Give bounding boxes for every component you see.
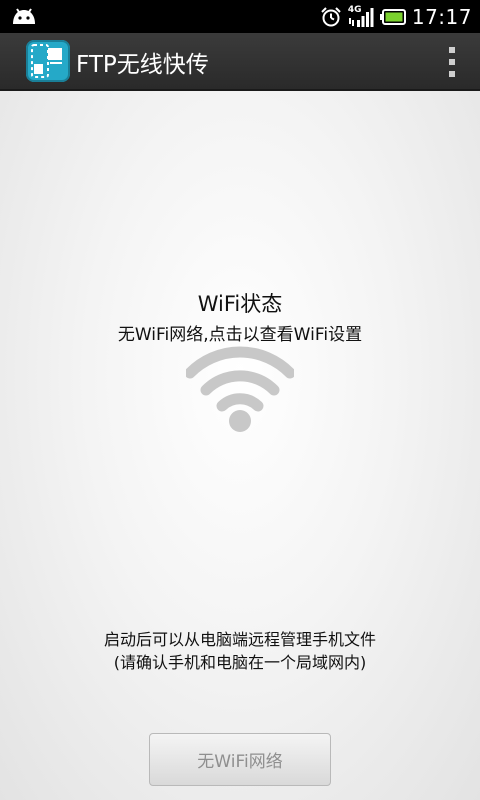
no-wifi-button[interactable]: 无WiFi网络 bbox=[149, 733, 331, 786]
android-icon bbox=[13, 8, 35, 24]
app-icon[interactable] bbox=[26, 40, 70, 82]
overflow-menu-icon[interactable] bbox=[446, 47, 458, 77]
status-bar: 4G 17:17 bbox=[0, 0, 480, 33]
app-title: FTP无线快传 bbox=[76, 52, 209, 78]
alarm-icon bbox=[321, 6, 341, 26]
hint-line-1: 启动后可以从电脑端远程管理手机文件 bbox=[103, 630, 376, 649]
wifi-status-subtitle[interactable]: 无WiFi网络,点击以查看WiFi设置 bbox=[0, 320, 480, 345]
action-bar: FTP无线快传 bbox=[0, 33, 480, 91]
hint-text: 启动后可以从电脑端远程管理手机文件 (请确认手机和电脑在一个局域网内) bbox=[0, 628, 480, 674]
main-content: WiFi状态 无WiFi网络,点击以查看WiFi设置 启动后可以从电脑端远程管理… bbox=[0, 91, 480, 800]
wifi-status-title: WiFi状态 bbox=[197, 292, 283, 316]
status-time: 17:17 bbox=[411, 4, 472, 29]
battery-icon bbox=[379, 8, 406, 25]
wifi-icon[interactable] bbox=[186, 345, 294, 433]
hint-line-2: (请确认手机和电脑在一个局域网内) bbox=[113, 653, 367, 672]
signal-icon: 4G bbox=[348, 5, 374, 28]
